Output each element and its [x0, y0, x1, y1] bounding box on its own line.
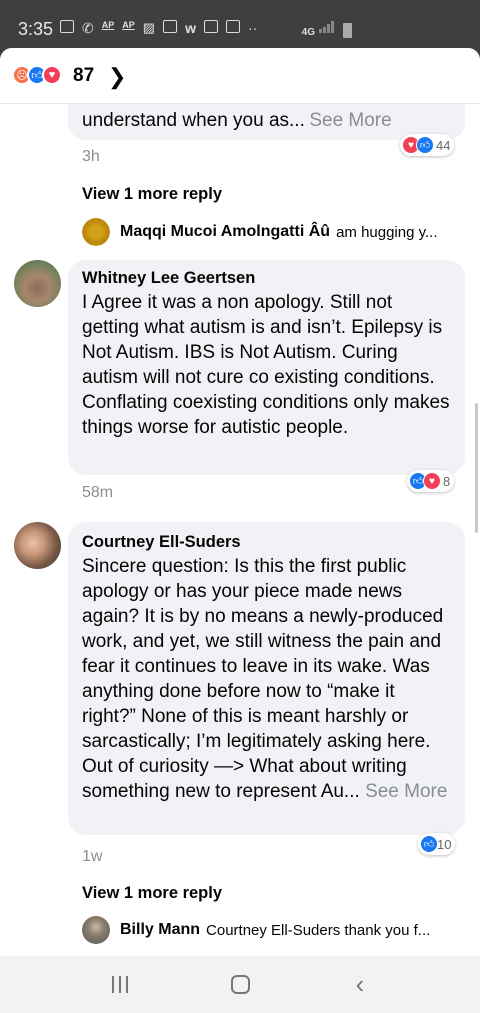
- reply-text: Courtney Ell-Suders thank you f...: [206, 921, 431, 939]
- comment-author[interactable]: Whitney Lee Geertsen: [82, 269, 451, 288]
- avatar[interactable]: [14, 260, 61, 307]
- recent-apps-icon: [112, 976, 128, 993]
- comment-bubble[interactable]: Courtney Ell-Suders Sincere question: Is…: [68, 522, 465, 835]
- comment-body: Sincere question: Is this the first publ…: [82, 554, 451, 804]
- see-more-link[interactable]: See More: [365, 781, 447, 802]
- home-icon: [230, 975, 250, 994]
- comment-reactions[interactable]: ♥ 👍︎ 44: [400, 134, 455, 156]
- chevron-right-icon[interactable]: ❯: [108, 64, 126, 90]
- battery-icon: [343, 23, 352, 38]
- comment-text: Sincere question: Is this the first publ…: [82, 556, 444, 802]
- comment-reactions[interactable]: 👍︎ ♥ 8: [407, 470, 455, 492]
- back-icon: ‹: [355, 969, 365, 999]
- reply-author[interactable]: Billy Mann: [120, 921, 200, 939]
- missed-call-icon: ✆: [82, 20, 94, 36]
- ap-news-icon: AP: [101, 20, 115, 30]
- avatar[interactable]: [14, 522, 61, 569]
- status-bar: 3:35 ✆ AP AP ▨ w ·· 4G: [0, 0, 480, 50]
- scrollbar[interactable]: [475, 403, 478, 533]
- ap-news-icon-2: AP: [122, 20, 135, 30]
- comment-time[interactable]: 1w: [82, 848, 102, 866]
- gallery-icon: [203, 20, 218, 33]
- reaction-count: 44: [436, 137, 451, 153]
- comment-time[interactable]: 3h: [82, 148, 100, 166]
- avatar[interactable]: [82, 218, 110, 246]
- image-icon: ▨: [142, 20, 156, 35]
- love-reaction-icon: ♥: [423, 472, 441, 490]
- more-dots-icon: ··: [247, 20, 258, 36]
- recent-apps-button[interactable]: [100, 965, 140, 1005]
- reaction-icons[interactable]: ☹ 👍︎ ♥: [12, 65, 62, 85]
- comment-bubble[interactable]: Whitney Lee Geertsen I Agree it was a no…: [68, 260, 465, 475]
- reaction-count[interactable]: 87: [73, 65, 94, 87]
- calendar-icon: [225, 20, 240, 33]
- message-icon: [60, 20, 74, 33]
- network-type: 4G: [301, 27, 315, 38]
- reaction-count: 10: [437, 836, 452, 852]
- notification-icons: ✆ AP AP ▨ w ··: [60, 20, 257, 37]
- status-time: 3:35: [18, 19, 54, 39]
- like-reaction-icon: 👍︎: [416, 136, 434, 154]
- comment-reactions[interactable]: 👍︎ 10: [418, 833, 456, 855]
- like-reaction-icon: 👍︎: [420, 835, 438, 853]
- comment-body: understand when you as...: [82, 110, 305, 131]
- system-icons: 4G: [302, 20, 352, 38]
- avatar[interactable]: [82, 916, 110, 944]
- comment-time[interactable]: 58m: [82, 484, 113, 502]
- reply-author[interactable]: Maqqi Mucoi Amolngatti Âû: [120, 223, 330, 241]
- comment-body: I Agree it was a non apology. Still not …: [82, 292, 450, 438]
- comment-author[interactable]: Courtney Ell-Suders: [82, 533, 451, 552]
- reactions-header[interactable]: ☹ 👍︎ ♥ 87 ❯: [0, 48, 480, 104]
- news-icon: [163, 20, 178, 33]
- comments-sheet[interactable]: ☹ 👍︎ ♥ 87 ❯ understand when you as... Se…: [0, 48, 480, 956]
- navigation-bar: ‹: [0, 956, 480, 1013]
- signal-icon: [319, 20, 335, 38]
- reply-preview[interactable]: Billy Mann Courtney Ell-Suders thank you…: [82, 916, 467, 944]
- back-button[interactable]: ‹: [340, 965, 380, 1005]
- home-button[interactable]: [220, 965, 260, 1005]
- view-more-replies-link[interactable]: View 1 more reply: [82, 884, 222, 903]
- love-reaction-icon: ♥: [42, 65, 62, 85]
- view-more-replies-link[interactable]: View 1 more reply: [82, 185, 222, 204]
- w-app-icon: w: [185, 20, 196, 36]
- reply-preview[interactable]: Maqqi Mucoi Amolngatti Âû am hugging y..…: [82, 218, 467, 246]
- reaction-count: 8: [443, 473, 451, 489]
- reply-text: am hugging y...: [336, 223, 438, 241]
- see-more-link[interactable]: See More: [309, 110, 391, 131]
